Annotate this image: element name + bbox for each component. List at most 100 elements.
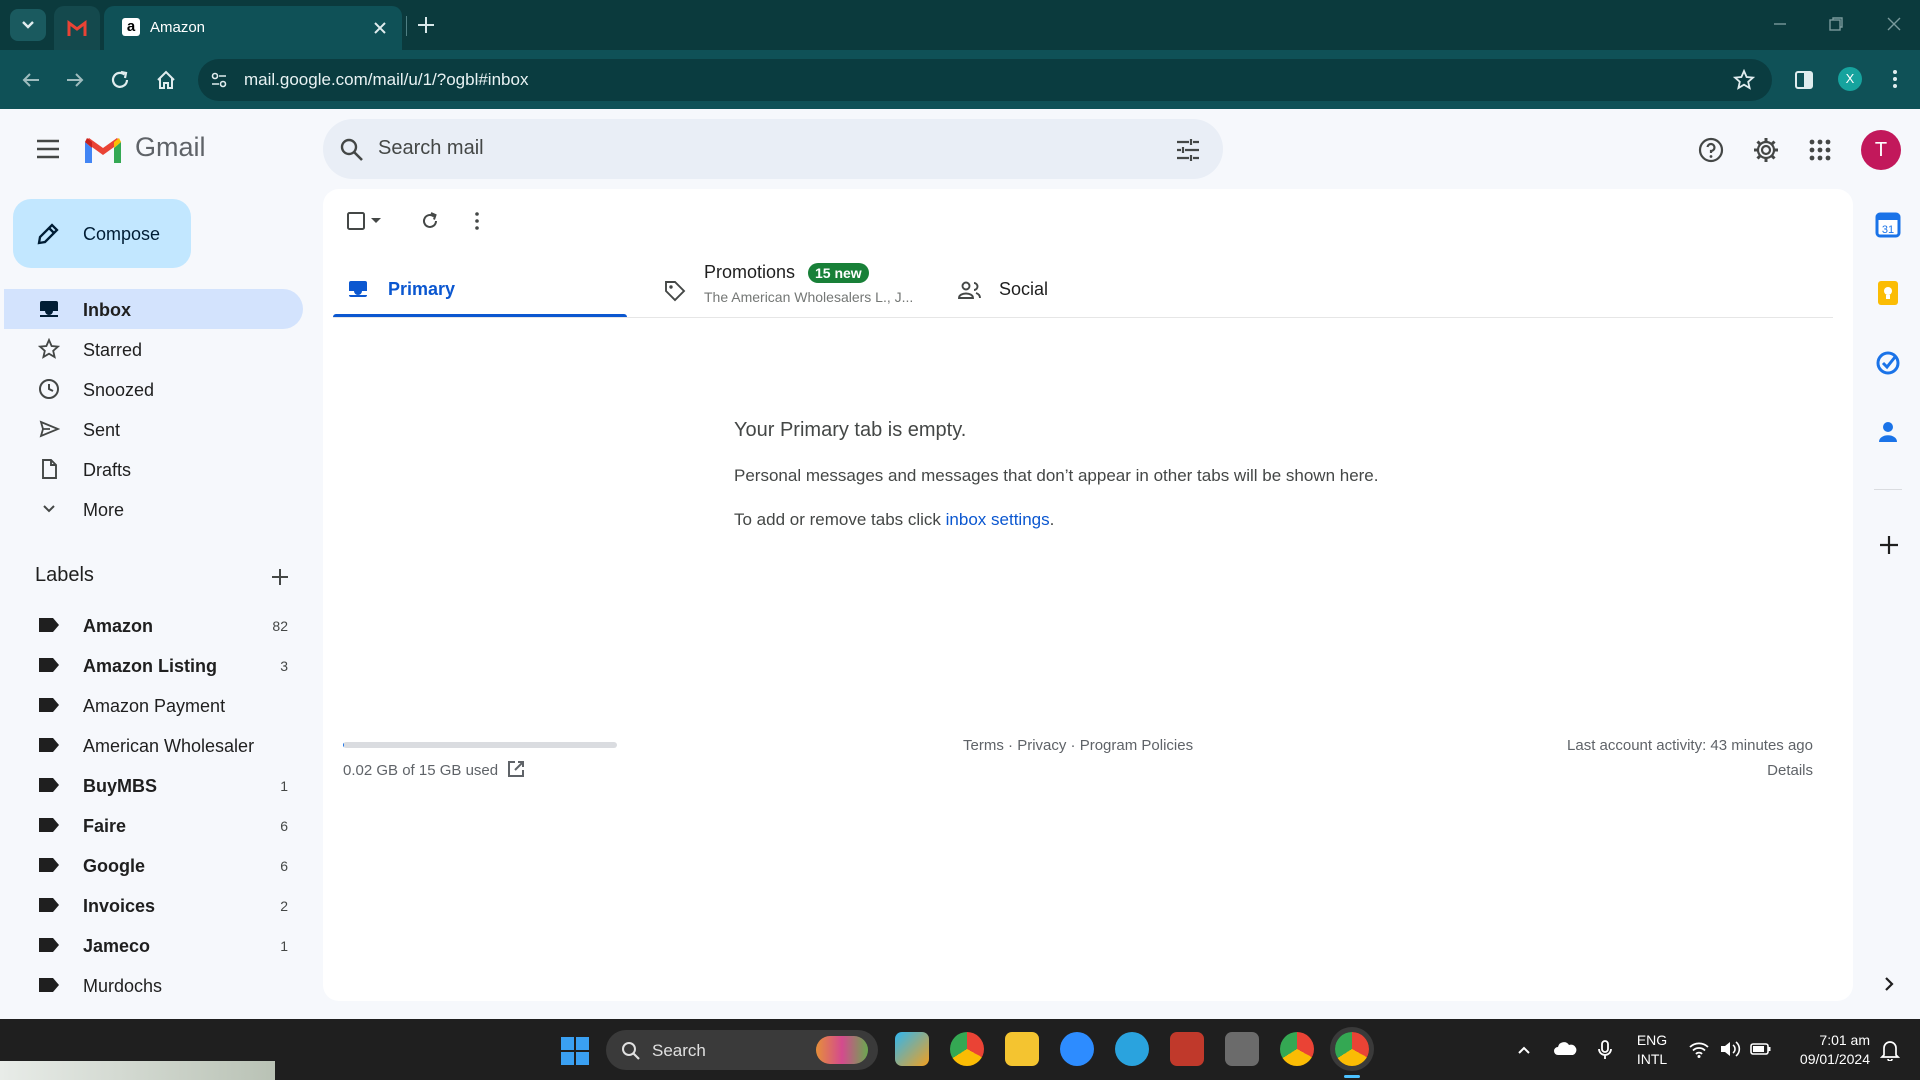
- more-options-icon[interactable]: [470, 210, 484, 232]
- search-mail-bar[interactable]: Search mail: [323, 119, 1223, 179]
- tabs-divider: [333, 317, 1833, 318]
- label-item[interactable]: Amazon 82: [4, 605, 303, 645]
- label-item[interactable]: Amazon Payment: [4, 685, 303, 725]
- onedrive-icon[interactable]: [1553, 1041, 1577, 1057]
- label-unread-count: 3: [280, 658, 288, 674]
- program-policies-link[interactable]: Program Policies: [1080, 737, 1193, 754]
- calendar-icon[interactable]: 31: [1874, 211, 1902, 239]
- microphone-icon[interactable]: [1596, 1039, 1614, 1061]
- search-options-icon[interactable]: [1175, 137, 1201, 163]
- help-icon[interactable]: [1697, 136, 1725, 164]
- open-in-new-icon[interactable]: [506, 759, 526, 779]
- forward-icon[interactable]: [64, 69, 86, 91]
- gmail-logo-icon[interactable]: [82, 134, 124, 166]
- chrome-profile-app-icon[interactable]: [950, 1032, 984, 1066]
- taskbar-search[interactable]: Search: [606, 1030, 878, 1070]
- label-item[interactable]: Invoices 2: [4, 885, 303, 925]
- label-tag-icon: [39, 978, 59, 992]
- expand-side-panel-icon[interactable]: [1880, 975, 1898, 993]
- address-bar[interactable]: mail.google.com/mail/u/1/?ogbl#inbox: [198, 59, 1772, 101]
- label-item[interactable]: BuyMBS 1: [4, 765, 303, 805]
- tasks-icon[interactable]: [1874, 349, 1902, 377]
- nav-item-snoozed[interactable]: Snoozed: [4, 369, 303, 409]
- reload-icon[interactable]: [109, 69, 131, 91]
- create-label-icon[interactable]: [270, 567, 290, 587]
- main-menu-icon[interactable]: [35, 138, 61, 160]
- tab-primary[interactable]: Primary: [333, 259, 627, 319]
- search-input[interactable]: Search mail: [378, 137, 484, 160]
- settings-gear-icon[interactable]: [1752, 136, 1780, 164]
- profile-avatar[interactable]: X: [1838, 67, 1862, 91]
- nav-item-sent[interactable]: Sent: [4, 409, 303, 449]
- volume-icon[interactable]: [1719, 1040, 1741, 1058]
- compose-button[interactable]: Compose: [13, 199, 191, 268]
- label-unread-count: 82: [272, 618, 288, 634]
- battery-icon[interactable]: [1750, 1041, 1772, 1057]
- tab-search-button[interactable]: [10, 9, 46, 41]
- side-panel-divider: [1874, 489, 1902, 490]
- empty-state-settings-hint: To add or remove tabs click inbox settin…: [734, 510, 1054, 530]
- label-item[interactable]: Murdochs: [4, 965, 303, 1005]
- file-explorer-icon[interactable]: [1005, 1032, 1039, 1066]
- nav-item-inbox[interactable]: Inbox: [4, 289, 303, 329]
- snipping-tool-icon[interactable]: [1170, 1032, 1204, 1066]
- back-icon[interactable]: [20, 69, 42, 91]
- new-tab-icon[interactable]: [415, 14, 437, 36]
- select-dropdown-icon[interactable]: [370, 214, 382, 226]
- nav-item-drafts[interactable]: Drafts: [4, 449, 303, 489]
- home-icon[interactable]: [154, 68, 178, 92]
- close-window-icon[interactable]: [1886, 16, 1902, 32]
- gmail-pinned-tab[interactable]: [54, 6, 100, 50]
- calculator-app-icon[interactable]: [1225, 1032, 1259, 1066]
- tab-amazon[interactable]: a Amazon: [104, 6, 402, 50]
- label-name: Google: [83, 856, 145, 876]
- nav-item-starred[interactable]: Starred: [4, 329, 303, 369]
- side-panel-icon[interactable]: [1793, 69, 1815, 91]
- copilot-app-icon[interactable]: [895, 1032, 929, 1066]
- select-all-checkbox[interactable]: [346, 211, 366, 231]
- restore-icon[interactable]: [1828, 16, 1844, 32]
- wifi-icon[interactable]: [1688, 1040, 1710, 1058]
- label-item[interactable]: Google 6: [4, 845, 303, 885]
- label-item[interactable]: Faire 6: [4, 805, 303, 845]
- activity-details-link[interactable]: Details: [1767, 762, 1813, 779]
- label-name: Amazon Listing: [83, 656, 217, 676]
- zoom-app-icon[interactable]: [1060, 1032, 1094, 1066]
- close-tab-icon[interactable]: [372, 20, 388, 36]
- search-icon[interactable]: [339, 137, 365, 163]
- tab-social[interactable]: Social: [940, 259, 1234, 319]
- language-indicator[interactable]: ENG INTL: [1630, 1032, 1674, 1067]
- hint-prefix: To add or remove tabs click: [734, 510, 946, 529]
- browser-menu-icon[interactable]: [1885, 68, 1905, 90]
- account-avatar[interactable]: T: [1861, 130, 1901, 170]
- chrome-active-app-icon[interactable]: [1335, 1032, 1369, 1066]
- nav-item-more[interactable]: More: [4, 489, 303, 529]
- show-hidden-icons-icon[interactable]: [1516, 1042, 1532, 1058]
- label-item[interactable]: American Wholesaler: [4, 725, 303, 765]
- nav-label: More: [83, 500, 125, 520]
- get-addons-icon[interactable]: [1878, 534, 1900, 556]
- refresh-icon[interactable]: [420, 211, 440, 231]
- keep-icon[interactable]: [1874, 279, 1902, 307]
- inbox-settings-link[interactable]: inbox settings: [946, 510, 1050, 529]
- google-apps-icon[interactable]: [1808, 138, 1832, 162]
- label-item[interactable]: Amazon Listing 3: [4, 645, 303, 685]
- windows-start-icon[interactable]: [560, 1036, 590, 1066]
- minimize-icon[interactable]: [1772, 16, 1788, 32]
- promotions-senders: The American Wholesalers L., J...: [704, 289, 914, 305]
- privacy-link[interactable]: Privacy: [1017, 737, 1066, 754]
- site-info-icon[interactable]: [210, 71, 228, 89]
- label-name: American Wholesaler: [83, 736, 255, 756]
- labels-heading: Labels: [35, 564, 94, 586]
- contacts-icon[interactable]: [1874, 418, 1902, 446]
- telegram-app-icon[interactable]: [1115, 1032, 1149, 1066]
- chrome-app-icon[interactable]: [1280, 1032, 1314, 1066]
- label-item[interactable]: Jameco 1: [4, 925, 303, 965]
- terms-link[interactable]: Terms: [963, 737, 1004, 754]
- clock-icon: [39, 379, 59, 399]
- system-clock[interactable]: 7:01 am 09/01/2024: [1780, 1032, 1870, 1067]
- label-name: Amazon: [83, 616, 154, 636]
- compose-label: Compose: [83, 224, 161, 244]
- notifications-bell-icon[interactable]: [1880, 1039, 1900, 1061]
- bookmark-star-icon[interactable]: [1733, 69, 1755, 91]
